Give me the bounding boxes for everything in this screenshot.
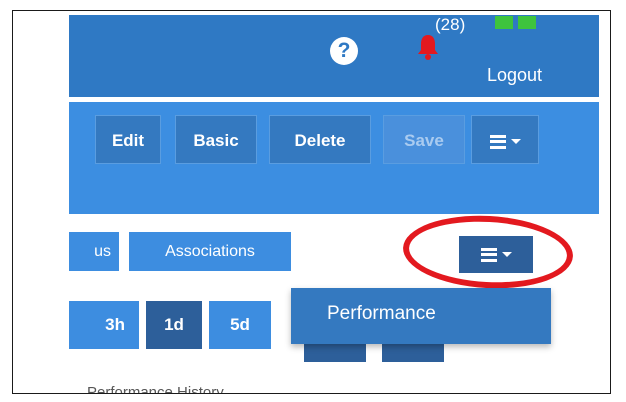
logout-link[interactable]: Logout <box>487 65 542 86</box>
hidden-button-stub <box>382 344 444 362</box>
section-dropdown-menu: Performance <box>291 288 551 344</box>
hidden-button-stub <box>304 344 366 362</box>
status-indicator-2 <box>518 16 536 29</box>
caret-down-icon <box>510 139 521 145</box>
range-button-5d[interactable]: 5d <box>209 301 271 349</box>
tab-associations[interactable]: Associations <box>129 232 291 271</box>
screenshot-frame: ? (28) Logout Edit Basic Delete Save us … <box>12 10 611 394</box>
toolbar-menu-button[interactable] <box>471 115 539 164</box>
help-icon[interactable]: ? <box>330 37 358 65</box>
range-button-1d[interactable]: 1d <box>146 301 202 349</box>
edit-button[interactable]: Edit <box>95 115 161 164</box>
range-button-3h[interactable]: 3h <box>69 301 139 349</box>
sub-tabs-partial-text: Performance History <box>87 384 224 394</box>
hamburger-icon <box>489 134 506 149</box>
basic-button[interactable]: Basic <box>175 115 257 164</box>
status-indicator-1 <box>495 16 513 29</box>
notification-bell-icon[interactable] <box>416 33 440 61</box>
menu-item-performance[interactable]: Performance <box>291 288 551 344</box>
save-button[interactable]: Save <box>383 115 465 164</box>
tab-partial[interactable]: us <box>69 232 119 271</box>
delete-button[interactable]: Delete <box>269 115 371 164</box>
highlight-circle-annotation <box>401 211 575 293</box>
notification-count[interactable]: (28) <box>435 15 465 35</box>
